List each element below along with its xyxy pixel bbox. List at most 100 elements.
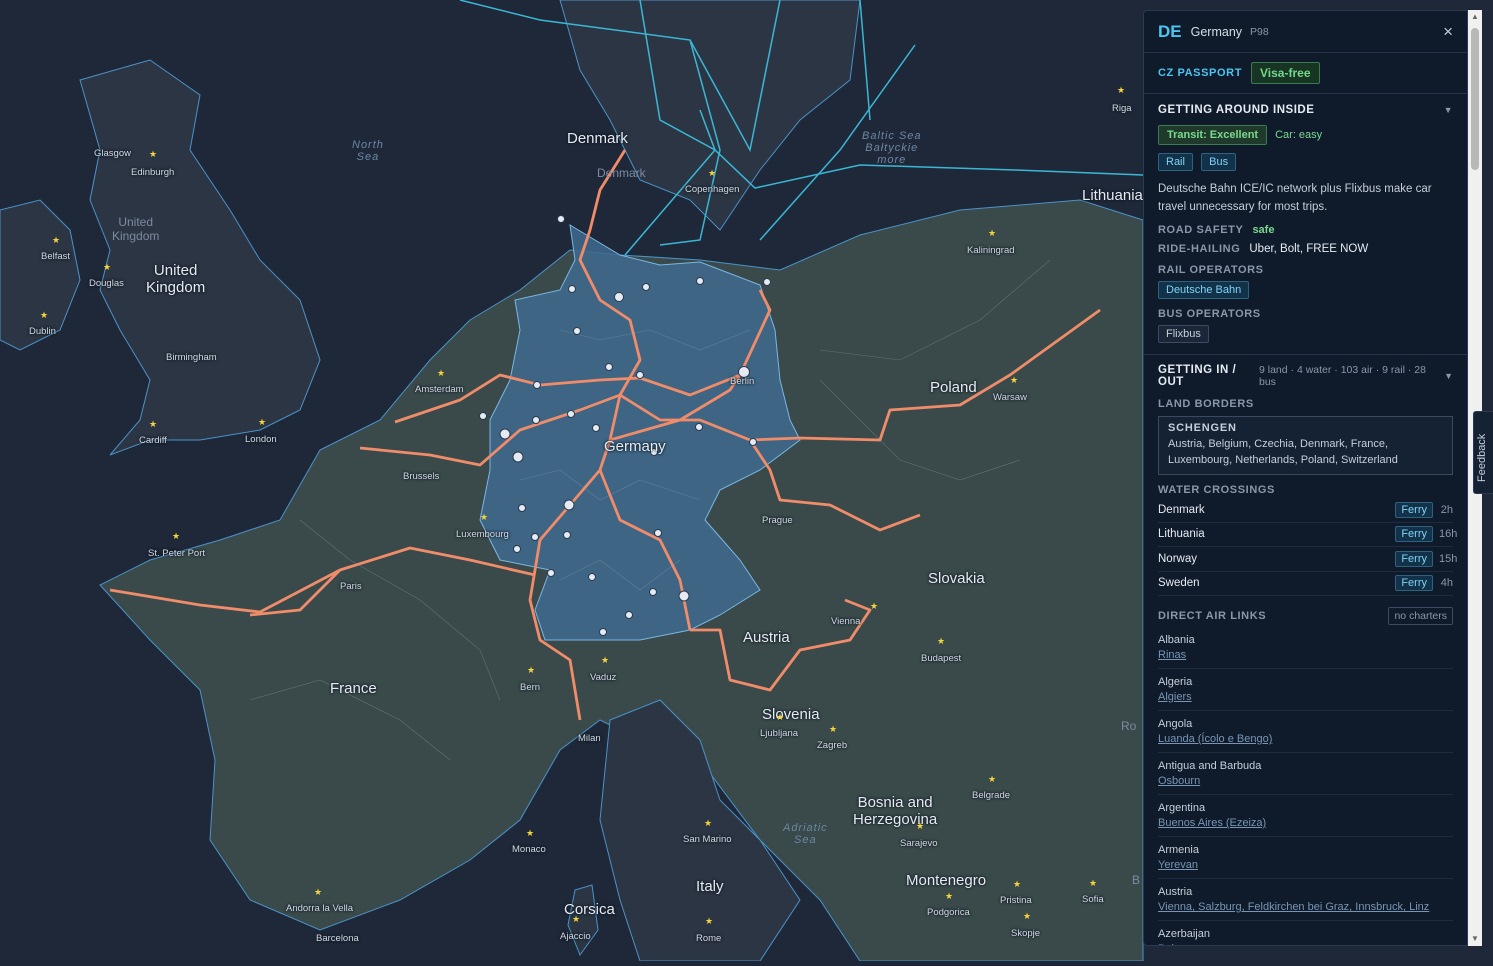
water-country: Norway: [1158, 552, 1197, 565]
air-link-airports[interactable]: Algiers: [1158, 689, 1453, 705]
city-label: Podgorica: [927, 907, 970, 918]
scrollbar-thumb[interactable]: [1471, 28, 1479, 170]
getting-around-header[interactable]: GETTING AROUND INSIDE ▼: [1158, 104, 1453, 116]
country-panel: DE Germany P98 × CZ PASSPORT Visa-free G…: [1143, 10, 1468, 946]
country-label: Italy: [696, 878, 724, 895]
capital-star-icon: ★: [480, 512, 489, 522]
air-links-list: Albania Rinas Algeria Algiers Angola Luanda (…: [1158, 627, 1453, 945]
capital-star-icon: ★: [704, 818, 713, 828]
city-label: Berlin: [730, 376, 755, 387]
country-label: B: [1132, 873, 1141, 887]
water-crossing-row: Norway Ferry 15h: [1158, 547, 1457, 572]
city-label: Budapest: [921, 653, 962, 664]
capital-star-icon: ★: [526, 828, 535, 838]
capital-star-icon: ★: [149, 419, 158, 429]
capital-star-icon: ★: [708, 168, 717, 178]
bus-operators-label: BUS OPERATORS: [1158, 308, 1261, 320]
getting-around-description: Deutsche Bahn ICE/IC network plus Flixbu…: [1158, 183, 1432, 213]
air-link-row: Austria Vienna, Salzburg, Feldkirchen bei…: [1158, 879, 1453, 921]
ferry-duration: 2h: [1440, 503, 1453, 516]
city-label: Prague: [762, 515, 793, 526]
capital-star-icon: ★: [1023, 911, 1032, 921]
city-label: Cardiff: [139, 435, 167, 446]
road-safety-label: ROAD SAFETY: [1158, 224, 1244, 236]
air-link-airports[interactable]: Luanda (Ícolo e Bengo): [1158, 731, 1453, 747]
air-links-label: DIRECT AIR LINKS: [1158, 610, 1267, 622]
mode-chips: Rail Bus: [1158, 153, 1453, 171]
country-name: Germany: [1190, 25, 1243, 39]
air-link-airports[interactable]: Vienna, Salzburg, Feldkirchen bei Graz, …: [1158, 899, 1453, 915]
feedback-tab[interactable]: Feedback: [1473, 411, 1493, 494]
city-label: Bern: [520, 682, 541, 693]
city-label: London: [245, 434, 277, 445]
city-label: Douglas: [89, 278, 124, 289]
air-link-country: Austria: [1158, 886, 1193, 898]
sea-label: North Sea: [352, 139, 384, 164]
getting-in-out-header[interactable]: GETTING IN / OUT 9 land · 4 water · 103 …: [1158, 364, 1453, 388]
capital-star-icon: ★: [829, 724, 838, 734]
country-code: DE: [1158, 22, 1182, 41]
air-link-airports[interactable]: Osbourn: [1158, 773, 1453, 789]
schengen-title: SCHENGEN: [1168, 422, 1237, 434]
sea-label: Baltic Sea Bałtyckie more: [862, 130, 922, 167]
capital-star-icon: ★: [705, 916, 714, 926]
capital-star-icon: ★: [916, 821, 925, 831]
country-label: Germany: [604, 438, 666, 455]
schengen-countries: Austria, Belgium, Czechia, Denmark, Fran…: [1168, 438, 1398, 466]
country-label: Ro: [1121, 719, 1137, 733]
car-rating: Car: easy: [1275, 129, 1323, 141]
mode-chip-bus: Bus: [1201, 153, 1237, 171]
city-label: Sarajevo: [900, 838, 938, 849]
city-label: Paris: [340, 581, 362, 592]
city-label: Rome: [696, 933, 722, 944]
capital-star-icon: ★: [1010, 375, 1019, 385]
panel-header: DE Germany P98 ×: [1144, 11, 1467, 53]
city-label: Milan: [578, 733, 601, 744]
country-label: Slovakia: [928, 570, 985, 587]
scroll-down-icon[interactable]: ▼: [1471, 934, 1479, 943]
capital-star-icon: ★: [601, 655, 610, 665]
water-crossing-row: Lithuania Ferry 16h: [1158, 523, 1457, 547]
air-link-airports[interactable]: Baku: [1158, 941, 1453, 945]
capital-star-icon: ★: [988, 228, 997, 238]
air-link-airports[interactable]: Yerevan: [1158, 857, 1453, 873]
country-label: Poland: [930, 379, 977, 396]
air-link-country: Azerbaijan: [1158, 928, 1210, 940]
getting-in-out-summary: 9 land · 4 water · 103 air · 9 rail · 28…: [1259, 364, 1426, 388]
sea-label: Adriatic Sea: [783, 822, 828, 847]
city-label: Glasgow: [94, 148, 131, 159]
capital-star-icon: ★: [945, 891, 954, 901]
air-link-row: Argentina Buenos Aires (Ezeiza): [1158, 795, 1453, 837]
country-label: Montenegro: [906, 872, 987, 889]
getting-in-out-section: GETTING IN / OUT 9 land · 4 water · 103 …: [1144, 355, 1467, 945]
city-label: St. Peter Port: [148, 548, 206, 559]
ride-hailing-row: RIDE-HAILING Uber, Bolt, FREE NOW: [1158, 243, 1453, 255]
bus-operators: Flixbus: [1158, 325, 1453, 343]
air-link-airports[interactable]: Rinas: [1158, 647, 1453, 663]
capital-star-icon: ★: [527, 665, 536, 675]
city-label: San Marino: [683, 834, 732, 845]
city-label: Ajaccio: [560, 931, 591, 942]
capital-star-icon: ★: [314, 887, 323, 897]
scroll-up-icon[interactable]: ▲: [1471, 12, 1479, 21]
country-label: Austria: [743, 629, 790, 646]
city-label: Belgrade: [972, 790, 1011, 801]
chevron-down-icon: ▼: [1444, 371, 1453, 381]
air-links-header: DIRECT AIR LINKS no charters: [1158, 607, 1453, 625]
city-label: Monaco: [512, 844, 546, 855]
no-charters-toggle[interactable]: no charters: [1388, 607, 1453, 625]
capital-star-icon: ★: [52, 235, 61, 245]
capital-star-icon: ★: [172, 531, 181, 541]
city-label: Copenhagen: [685, 184, 740, 195]
ride-hailing-label: RIDE-HAILING: [1158, 243, 1241, 255]
land-borders-label: LAND BORDERS: [1158, 398, 1254, 410]
city-label: Vienna: [831, 616, 861, 627]
air-link-country: Algeria: [1158, 676, 1193, 688]
chevron-down-icon: ▼: [1443, 105, 1453, 115]
capital-star-icon: ★: [149, 149, 158, 159]
water-crossing-row: Denmark Ferry 2h: [1158, 498, 1453, 523]
air-link-country: Albania: [1158, 634, 1195, 646]
capital-star-icon: ★: [40, 310, 49, 320]
close-icon[interactable]: ×: [1443, 22, 1453, 42]
air-link-airports[interactable]: Buenos Aires (Ezeiza): [1158, 815, 1453, 831]
